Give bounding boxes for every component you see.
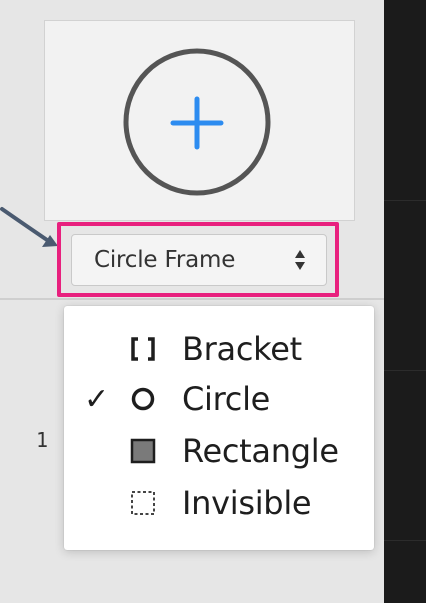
menu-item-invisible[interactable]: Invisible [64, 480, 374, 528]
frame-preview-tile[interactable] [44, 20, 355, 221]
add-circle-icon[interactable] [110, 45, 284, 199]
frame-style-select-label: Circle Frame [94, 247, 236, 273]
menu-item-label: Invisible [182, 484, 312, 522]
row-number: 1 [36, 428, 49, 452]
panel-divider [0, 298, 384, 300]
menu-item-circle[interactable]: ✓ Circle [64, 376, 374, 424]
frame-style-menu: Bracket ✓ Circle Rectangle Invisible [64, 306, 374, 550]
menu-item-label: Rectangle [182, 432, 339, 470]
menu-item-rectangle[interactable]: Rectangle [64, 428, 374, 476]
checkmark-icon: ✓ [84, 382, 110, 417]
dark-panel-separator [384, 370, 426, 371]
dark-panel-separator [384, 200, 426, 201]
menu-item-label: Bracket [182, 330, 302, 368]
bracket-icon [131, 337, 155, 361]
dark-side-panel [384, 0, 426, 603]
app-window: Circle Frame 1 Bracket ✓ Circle Rectangl… [0, 0, 426, 603]
circle-outline-icon [131, 387, 155, 411]
frame-style-select[interactable]: Circle Frame [71, 234, 327, 286]
menu-item-bracket[interactable]: Bracket [64, 326, 374, 374]
dark-panel-separator [384, 540, 426, 541]
filled-square-icon [130, 438, 156, 464]
dashed-square-icon [131, 491, 155, 515]
menu-item-label: Circle [182, 380, 271, 418]
select-arrows-icon [295, 250, 305, 270]
